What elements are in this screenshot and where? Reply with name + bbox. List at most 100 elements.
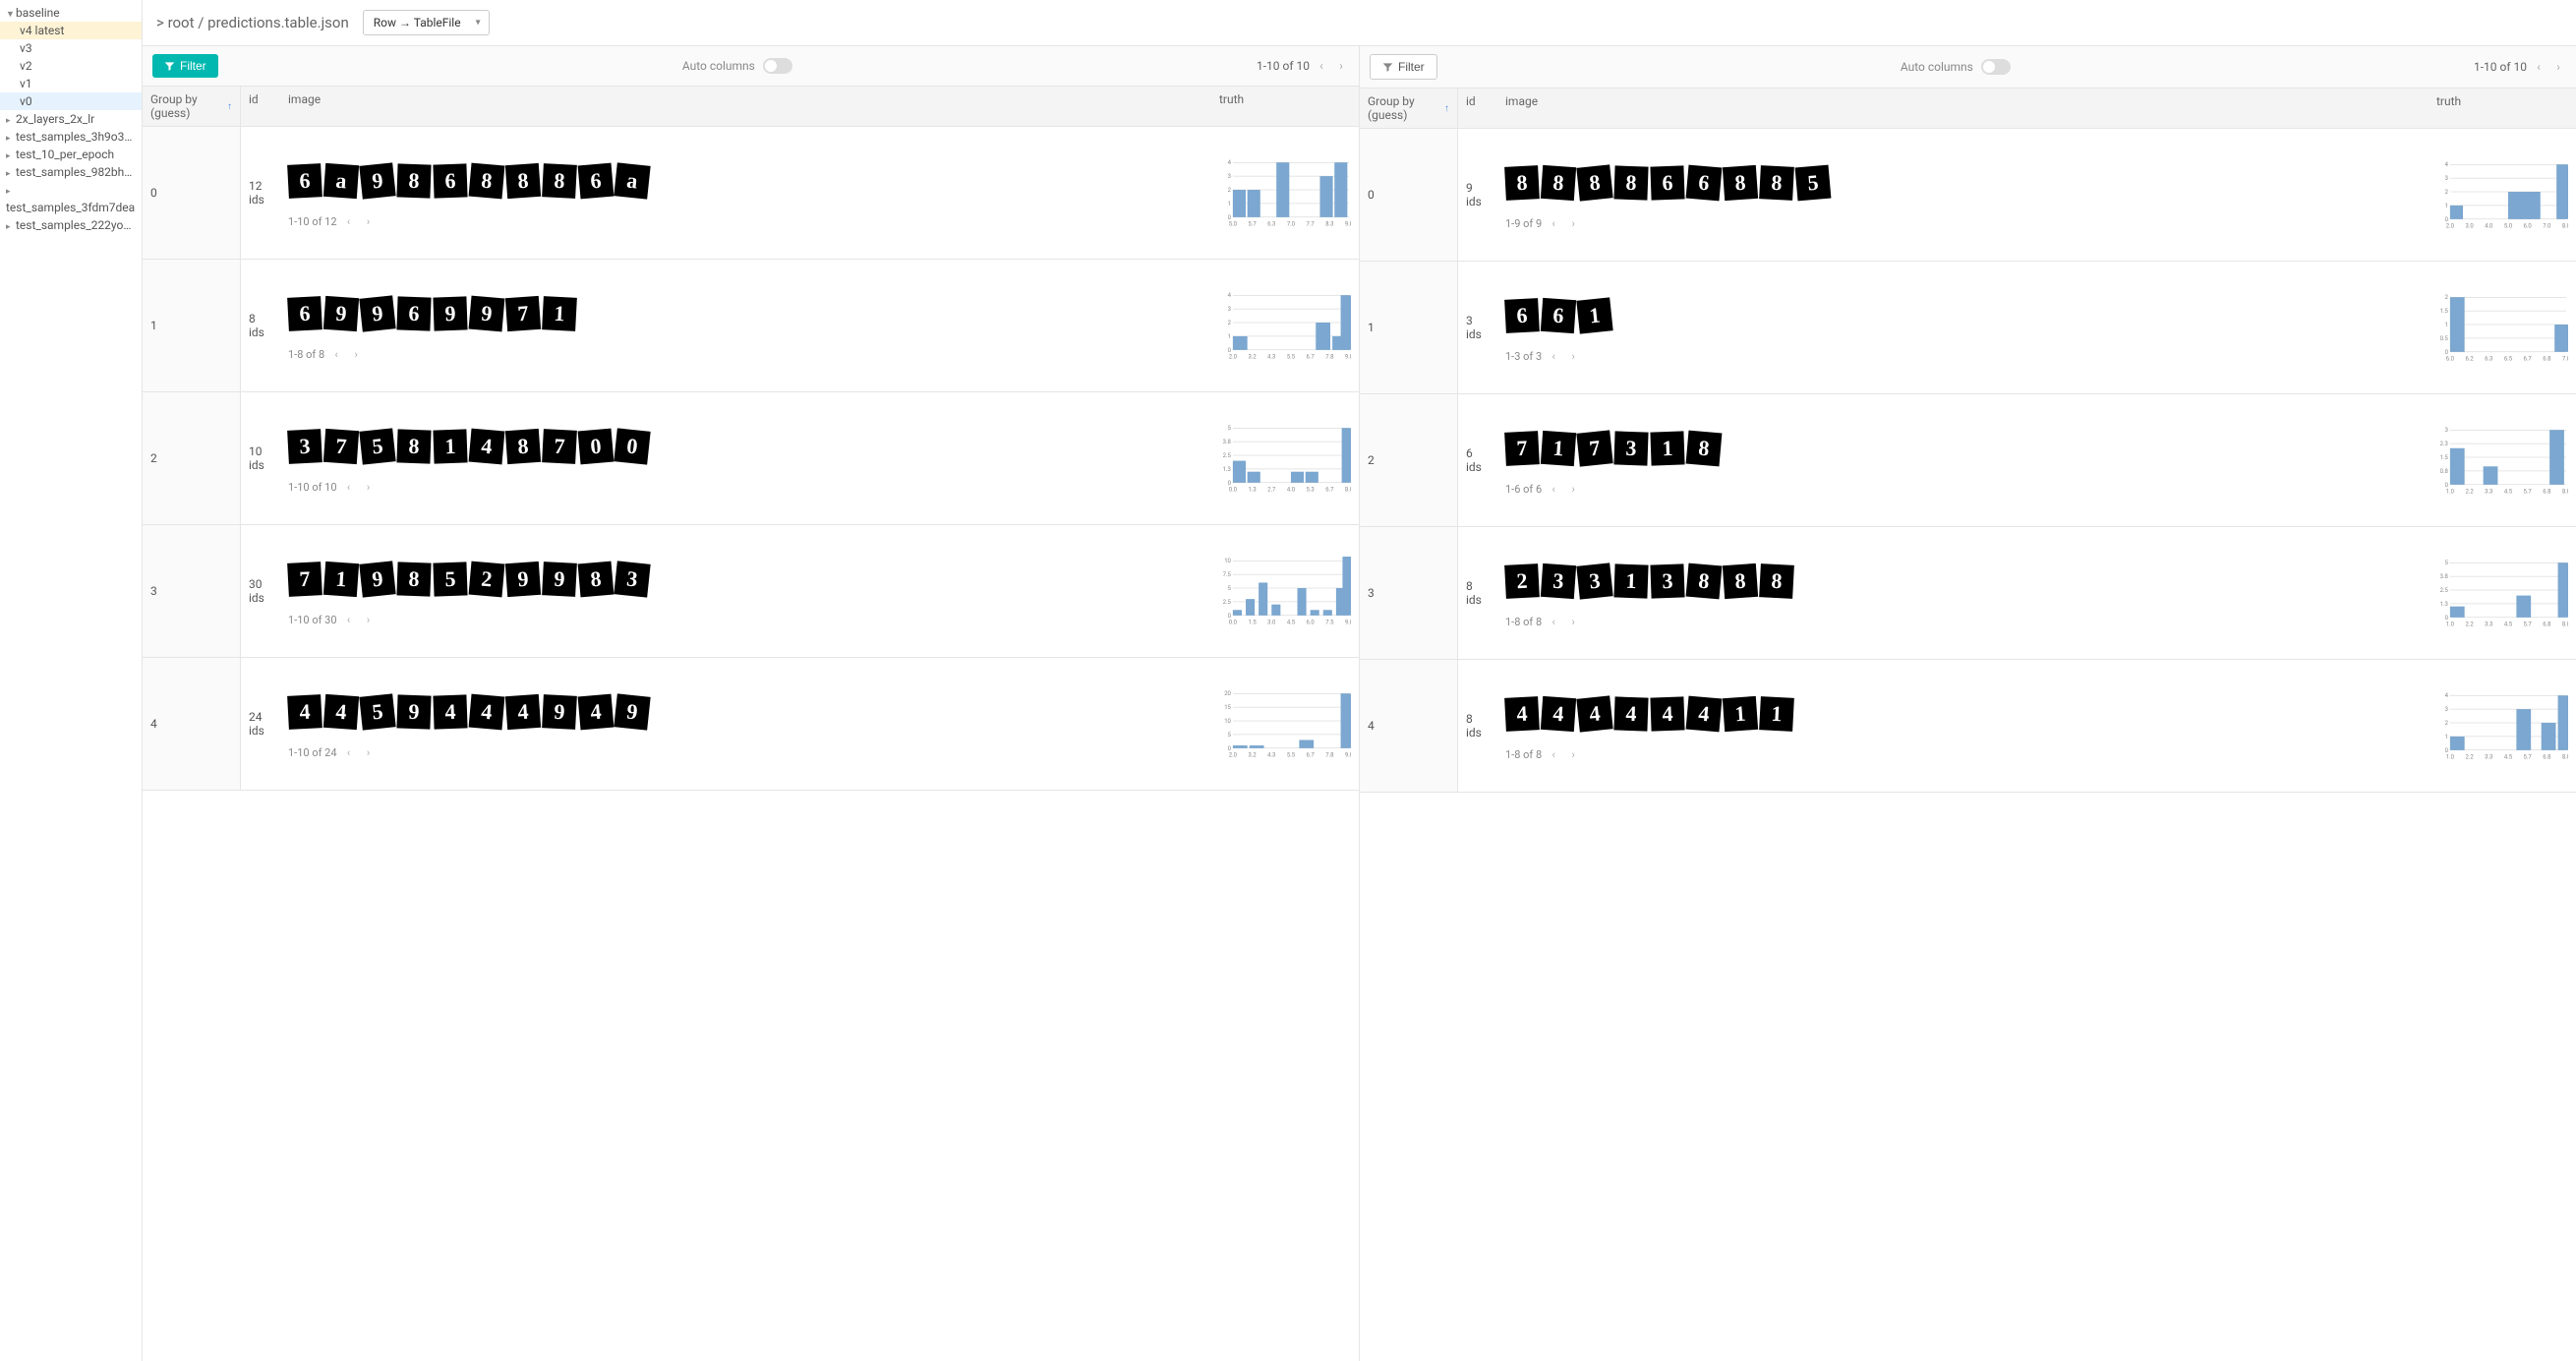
tree-item[interactable]: v3: [0, 39, 142, 57]
next-page-icon[interactable]: ›: [1565, 614, 1581, 629]
col-header-image[interactable]: image: [1497, 89, 2429, 128]
digit-thumbnail[interactable]: 2: [469, 562, 505, 598]
digit-thumbnail[interactable]: 7: [287, 562, 322, 597]
digit-thumbnail[interactable]: 7: [505, 296, 541, 331]
digit-thumbnail[interactable]: 6: [1504, 298, 1540, 333]
digit-thumbnail[interactable]: 4: [505, 694, 541, 730]
digit-thumbnail[interactable]: 1: [1759, 696, 1794, 732]
next-page-icon[interactable]: ›: [348, 346, 364, 362]
prev-page-icon[interactable]: ‹: [1546, 348, 1561, 364]
tree-item[interactable]: v2: [0, 57, 142, 75]
next-page-icon[interactable]: ›: [361, 744, 377, 760]
digit-thumbnail[interactable]: 6: [1541, 298, 1576, 333]
next-page-icon[interactable]: ›: [361, 479, 377, 495]
col-header-id[interactable]: id: [241, 87, 280, 126]
row-type-selector[interactable]: Row → TableFile: [363, 10, 490, 35]
digit-thumbnail[interactable]: a: [323, 163, 359, 199]
prev-page-icon[interactable]: ‹: [2531, 59, 2547, 75]
tree-item[interactable]: v1: [0, 75, 142, 92]
digit-thumbnail[interactable]: 4: [433, 694, 467, 729]
next-page-icon[interactable]: ›: [361, 612, 377, 627]
digit-thumbnail[interactable]: 9: [396, 694, 431, 729]
digit-thumbnail[interactable]: 9: [542, 562, 577, 597]
digit-thumbnail[interactable]: 9: [323, 296, 359, 331]
digit-thumbnail[interactable]: 4: [1541, 696, 1576, 732]
digit-thumbnail[interactable]: 3: [1613, 431, 1648, 465]
prev-page-icon[interactable]: ‹: [1546, 614, 1561, 629]
digit-thumbnail[interactable]: 9: [359, 561, 395, 597]
toggle-switch[interactable]: [763, 58, 792, 74]
digit-thumbnail[interactable]: 1: [1613, 563, 1648, 598]
digit-thumbnail[interactable]: 3: [1650, 563, 1684, 598]
digit-thumbnail[interactable]: 8: [469, 163, 505, 200]
next-page-icon[interactable]: ›: [1333, 58, 1349, 74]
next-page-icon[interactable]: ›: [1565, 348, 1581, 364]
digit-thumbnail[interactable]: 8: [578, 562, 615, 598]
digit-thumbnail[interactable]: 9: [359, 162, 395, 199]
prev-page-icon[interactable]: ‹: [328, 346, 344, 362]
digit-thumbnail[interactable]: 9: [542, 694, 577, 730]
next-page-icon[interactable]: ›: [361, 213, 377, 229]
digit-thumbnail[interactable]: 0: [578, 429, 615, 465]
digit-thumbnail[interactable]: 4: [287, 694, 322, 730]
digit-thumbnail[interactable]: 5: [1795, 165, 1832, 202]
digit-thumbnail[interactable]: 9: [614, 693, 650, 730]
digit-thumbnail[interactable]: a: [614, 162, 650, 199]
digit-thumbnail[interactable]: 0: [614, 428, 650, 464]
digit-thumbnail[interactable]: 8: [1686, 431, 1723, 467]
col-header-truth[interactable]: truth: [2429, 89, 2576, 128]
digit-thumbnail[interactable]: 1: [433, 429, 467, 463]
col-header-id[interactable]: id: [1458, 89, 1497, 128]
prev-page-icon[interactable]: ‹: [341, 479, 357, 495]
digit-thumbnail[interactable]: 1: [1723, 696, 1758, 732]
digit-thumbnail[interactable]: 8: [396, 429, 431, 463]
digit-thumbnail[interactable]: 8: [1504, 165, 1540, 201]
digit-thumbnail[interactable]: 7: [1504, 431, 1540, 466]
col-header-image[interactable]: image: [280, 87, 1211, 126]
prev-page-icon[interactable]: ‹: [341, 213, 357, 229]
col-header-truth[interactable]: truth: [1211, 87, 1359, 126]
digit-thumbnail[interactable]: 6: [1686, 165, 1723, 202]
tree-item[interactable]: v0: [0, 92, 142, 110]
digit-thumbnail[interactable]: 6: [396, 296, 431, 330]
digit-thumbnail[interactable]: 6: [287, 296, 322, 331]
col-header-group[interactable]: Group by (guess)↑: [1360, 89, 1458, 128]
tree-item[interactable]: test_samples_3fdm7dea: [0, 199, 142, 216]
digit-thumbnail[interactable]: 1: [542, 296, 577, 331]
digit-thumbnail[interactable]: 6: [433, 163, 467, 198]
digit-thumbnail[interactable]: 7: [1576, 430, 1612, 466]
digit-thumbnail[interactable]: 4: [469, 694, 505, 731]
next-page-icon[interactable]: ›: [2550, 59, 2566, 75]
digit-thumbnail[interactable]: 6: [287, 163, 322, 199]
digit-thumbnail[interactable]: 8: [1759, 563, 1794, 599]
digit-thumbnail[interactable]: 8: [505, 163, 541, 199]
prev-page-icon[interactable]: ‹: [1546, 215, 1561, 231]
digit-thumbnail[interactable]: 5: [359, 693, 395, 730]
digit-thumbnail[interactable]: 8: [1759, 165, 1794, 201]
digit-thumbnail[interactable]: 1: [1576, 297, 1612, 333]
digit-thumbnail[interactable]: 1: [1650, 431, 1684, 465]
tree-root[interactable]: ▼baseline: [0, 4, 142, 22]
digit-thumbnail[interactable]: 9: [505, 562, 541, 597]
digit-thumbnail[interactable]: 9: [359, 295, 395, 331]
digit-thumbnail[interactable]: 8: [396, 163, 431, 198]
digit-thumbnail[interactable]: 4: [469, 429, 505, 465]
digit-thumbnail[interactable]: 8: [542, 163, 577, 199]
tree-item[interactable]: ▸test_samples_3h9o3dsk: [0, 128, 142, 146]
col-header-group[interactable]: Group by (guess)↑: [143, 87, 241, 126]
digit-thumbnail[interactable]: 7: [542, 429, 577, 464]
digit-thumbnail[interactable]: 4: [1613, 696, 1648, 731]
tree-item[interactable]: ▸2x_layers_2x_lr: [0, 110, 142, 128]
prev-page-icon[interactable]: ‹: [1314, 58, 1329, 74]
toggle-switch[interactable]: [1981, 59, 2011, 75]
digit-thumbnail[interactable]: 5: [359, 428, 395, 464]
digit-thumbnail[interactable]: 9: [433, 296, 467, 330]
digit-thumbnail[interactable]: 1: [1541, 431, 1576, 466]
digit-thumbnail[interactable]: 8: [1541, 165, 1576, 201]
tree-item[interactable]: ▸test_10_per_epoch: [0, 146, 142, 163]
tree-item[interactable]: ▸test_samples_222yogf6: [0, 216, 142, 234]
next-page-icon[interactable]: ›: [1565, 215, 1581, 231]
digit-thumbnail[interactable]: 4: [1650, 696, 1684, 731]
digit-thumbnail[interactable]: 6: [1650, 165, 1684, 200]
digit-thumbnail[interactable]: 8: [1723, 563, 1758, 599]
